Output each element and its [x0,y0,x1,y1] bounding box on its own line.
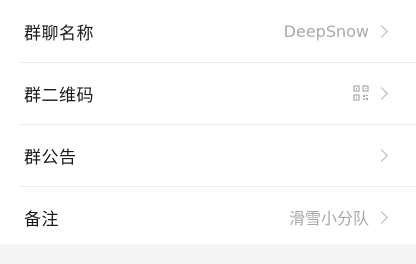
group-name-value: DeepSnow [283,21,369,41]
group-name-label: 群聊名称 [24,23,94,44]
group-announcement-label: 群公告 [24,147,77,168]
group-qr-code-right [353,85,390,101]
settings-list: 群聊名称 DeepSnow 群二维码 群公告 备注 滑雪小分队 [0,0,416,248]
chevron-right-icon [375,210,388,224]
group-remark-label: 备注 [24,209,59,230]
chevron-right-icon [375,86,388,100]
qr-code-icon [353,85,369,101]
group-qr-code-label: 群二维码 [24,85,94,106]
section-divider [0,244,416,264]
group-name-right: DeepSnow [284,22,390,41]
group-settings-page: 群聊名称 DeepSnow 群二维码 群公告 备注 滑雪小分队 [0,0,416,264]
chevron-right-icon [375,148,388,162]
group-name-row[interactable]: 群聊名称 DeepSnow [0,0,416,62]
group-remark-row[interactable]: 备注 滑雪小分队 [0,186,416,248]
group-announcement-right [375,148,390,162]
group-announcement-row[interactable]: 群公告 [0,124,416,186]
group-qr-code-row[interactable]: 群二维码 [0,62,416,124]
chevron-right-icon [375,24,388,38]
group-remark-value: 滑雪小分队 [288,209,369,228]
group-remark-right: 滑雪小分队 [289,205,390,229]
